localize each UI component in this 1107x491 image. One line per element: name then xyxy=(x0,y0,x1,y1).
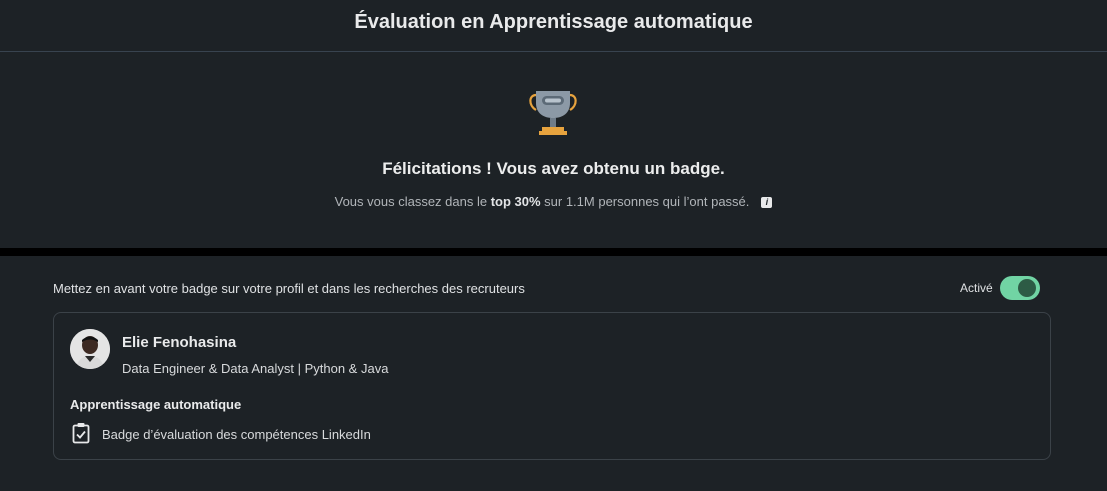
congratulations-message: Félicitations ! Vous avez obtenu un badg… xyxy=(382,159,725,178)
promote-description: Mettez en avant votre badge sur votre pr… xyxy=(53,281,525,296)
profile-headline: Data Engineer & Data Analyst | Python & … xyxy=(122,361,389,376)
badge-description: Badge d’évaluation des compétences Linke… xyxy=(102,427,371,442)
toggle-label: Activé xyxy=(960,281,993,295)
skill-name: Apprentissage automatique xyxy=(70,397,242,412)
info-icon[interactable]: i xyxy=(761,197,773,208)
rank-prefix: Vous vous classez dans le xyxy=(334,194,491,209)
section-divider xyxy=(0,248,1107,256)
toggle-knob xyxy=(1018,279,1036,297)
profile-name: Elie Fenohasina xyxy=(122,334,237,351)
rank-statement: Vous vous classez dans le top 30% sur 1.… xyxy=(0,194,1107,209)
rank-highlight: top 30% xyxy=(490,194,541,209)
badge-hero: Félicitations ! Vous avez obtenu un badg… xyxy=(0,52,1107,248)
rank-suffix: sur 1.1M personnes qui l’ont passé. xyxy=(540,194,750,209)
clipboard-check-icon xyxy=(72,423,90,444)
avatar-portrait xyxy=(70,329,110,369)
showcase-badge-toggle[interactable] xyxy=(1000,276,1040,300)
avatar xyxy=(70,329,110,369)
trophy-icon xyxy=(529,91,577,135)
page-title: Évaluation en Apprentissage automatique xyxy=(354,11,753,33)
page-header: Évaluation en Apprentissage automatique xyxy=(0,0,1107,52)
profile-badge-card: Elie Fenohasina Data Engineer & Data Ana… xyxy=(53,312,1051,460)
